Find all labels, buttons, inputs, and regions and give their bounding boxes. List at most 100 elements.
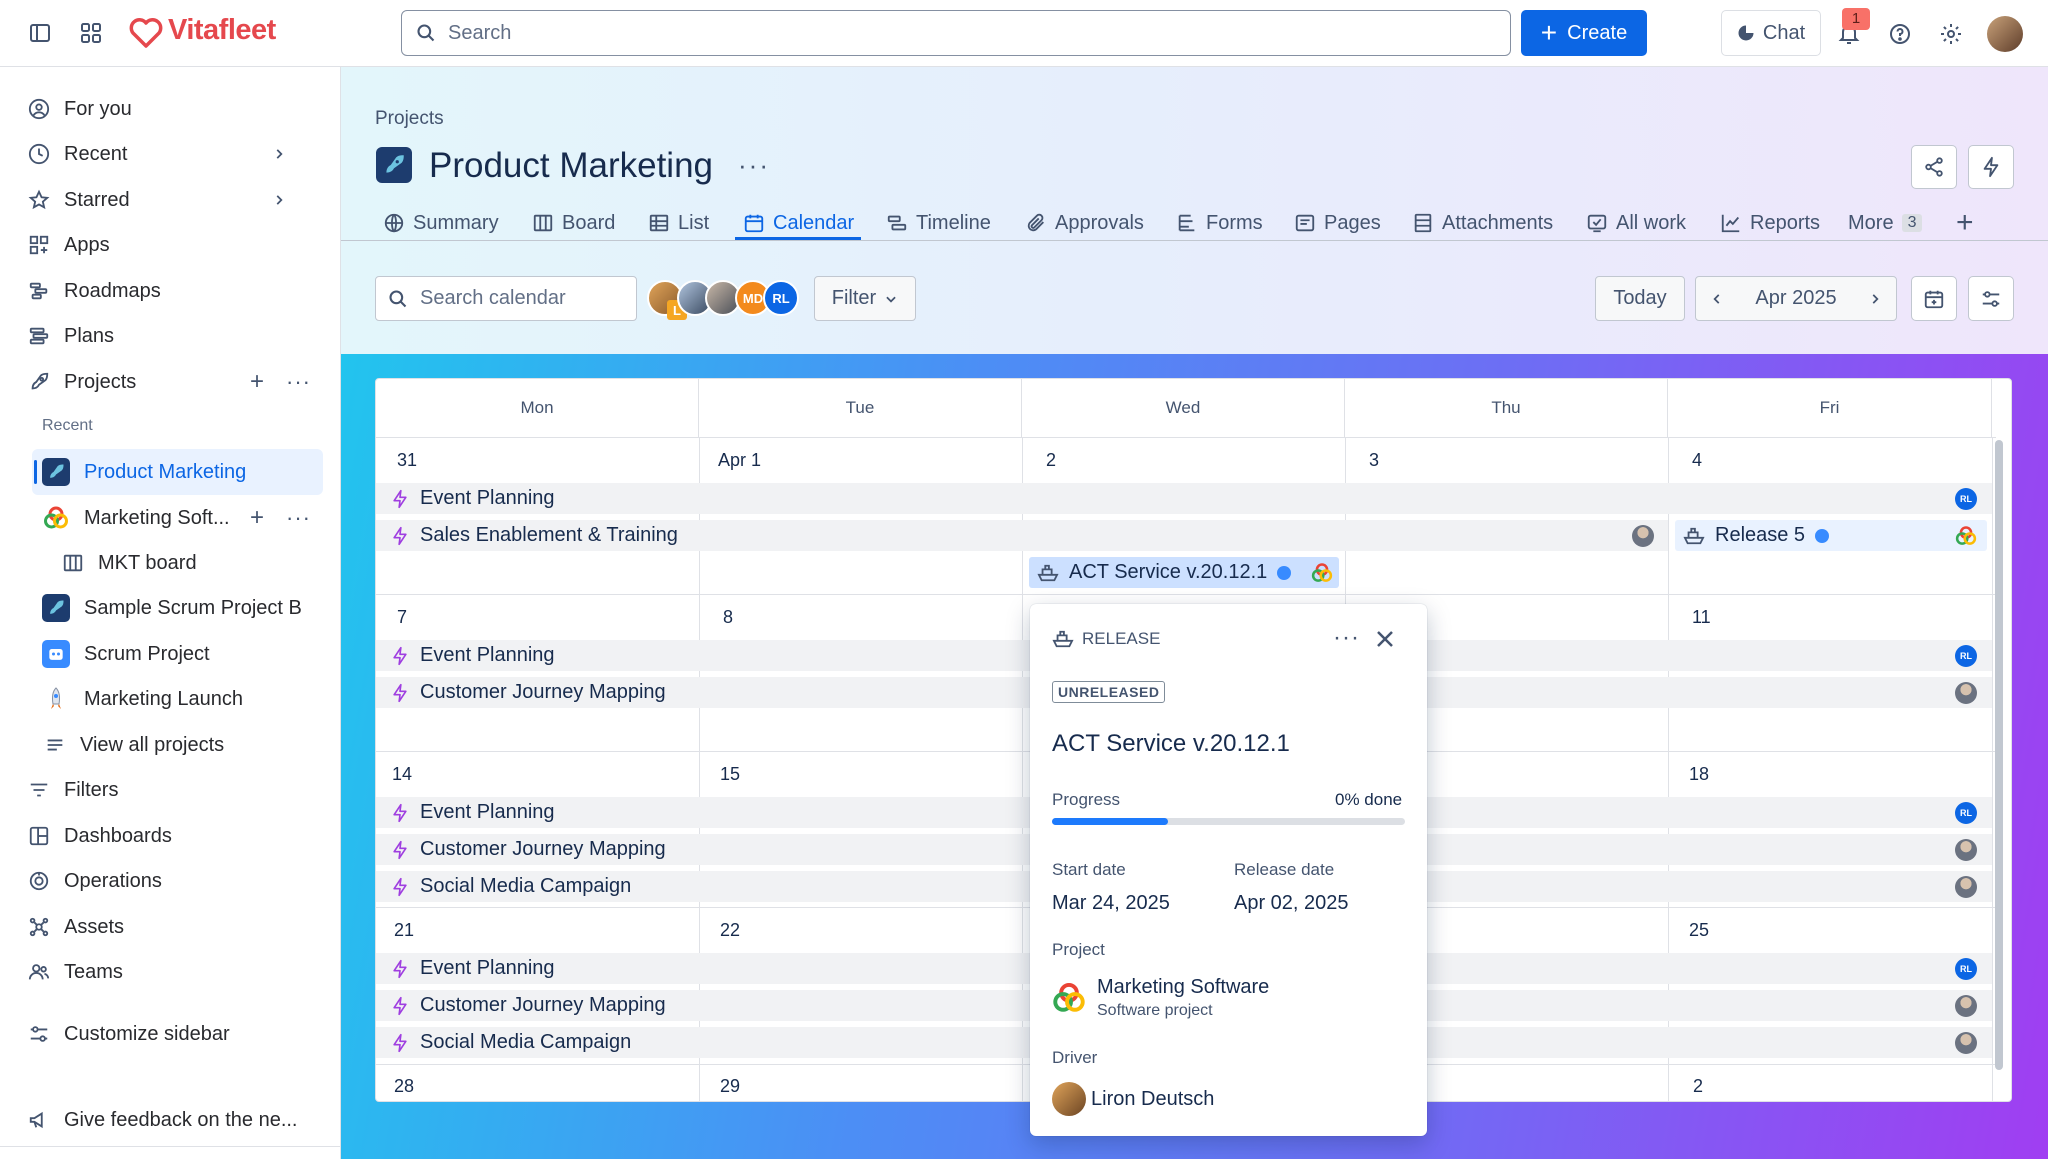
tab-list[interactable]: List <box>648 206 709 240</box>
project-scrum-project[interactable]: Scrum Project <box>42 636 210 672</box>
sidebar-item-plans[interactable]: Plans <box>28 318 114 354</box>
project-marketing-launch[interactable]: Marketing Launch <box>42 681 243 717</box>
tab-label: All work <box>1616 211 1687 234</box>
tab-board[interactable]: Board <box>532 206 615 240</box>
close-icon[interactable] <box>1373 627 1397 651</box>
filter-label: Filter <box>831 287 877 309</box>
filter-button[interactable]: Filter <box>814 276 916 321</box>
sidebar-item-teams[interactable]: Teams <box>28 954 123 990</box>
tab-pages[interactable]: Pages <box>1294 206 1381 240</box>
date-number[interactable]: 29 <box>720 1076 740 1097</box>
date-number[interactable]: 21 <box>394 920 414 941</box>
popup-more-icon[interactable]: ··· <box>1333 624 1360 652</box>
help-icon[interactable] <box>1880 14 1920 54</box>
popup-title[interactable]: ACT Service v.20.12.1 <box>1052 730 1290 758</box>
share-icon[interactable] <box>1911 145 1957 189</box>
date-number[interactable]: 7 <box>397 607 407 628</box>
date-number[interactable]: 25 <box>1689 920 1709 941</box>
create-button[interactable]: + Create <box>1521 10 1647 56</box>
project-product-marketing[interactable]: Product Marketing <box>42 454 246 490</box>
calendar-add-icon[interactable] <box>1911 276 1957 321</box>
date-number[interactable]: 11 <box>1692 607 1711 628</box>
date-number[interactable]: 28 <box>394 1076 414 1097</box>
app-switcher-icon[interactable] <box>71 13 111 53</box>
view-settings-icon[interactable] <box>1968 276 2014 321</box>
give-feedback-button[interactable]: Give feedback on the ne... <box>28 1102 298 1138</box>
date-number[interactable]: 18 <box>1689 764 1709 785</box>
date-number[interactable]: 2 <box>1693 1076 1703 1097</box>
sidebar-item-assets[interactable]: Assets <box>28 909 124 945</box>
calendar-scrollbar[interactable] <box>1995 440 2003 1070</box>
sidebar-item-starred[interactable]: Starred <box>28 182 318 218</box>
sidebar-item-recent[interactable]: Recent <box>28 136 318 172</box>
date-number[interactable]: 15 <box>720 764 740 785</box>
today-button[interactable]: Today <box>1595 276 1685 321</box>
add-tab-plus-icon[interactable]: + <box>1956 206 1974 240</box>
pages-icon <box>1294 212 1316 234</box>
attachments-icon <box>1412 212 1434 234</box>
tab-summary[interactable]: Summary <box>383 206 499 240</box>
sidebar-item-roadmaps[interactable]: Roadmaps <box>28 273 161 309</box>
date-number[interactable]: 14 <box>392 764 412 785</box>
tab-forms[interactable]: Forms <box>1176 206 1263 240</box>
add-board-plus-icon[interactable]: + <box>250 504 264 532</box>
status-lozenge: UNRELEASED <box>1052 681 1166 703</box>
date-number[interactable]: Apr 1 <box>718 450 761 471</box>
settings-gear-icon[interactable] <box>1931 14 1971 54</box>
user-avatar[interactable] <box>1987 16 2023 52</box>
date-number[interactable]: 31 <box>397 450 417 471</box>
automation-lightning-icon[interactable] <box>1968 145 2014 189</box>
date-number[interactable]: 2 <box>1046 450 1056 471</box>
project-marketing-software[interactable]: Marketing Soft... + ··· <box>42 500 322 536</box>
sidebar-item-projects[interactable]: Projects + ··· <box>28 364 318 400</box>
project-sample-scrum-b[interactable]: Sample Scrum Project B <box>42 590 302 626</box>
breadcrumb[interactable]: Projects <box>375 108 444 130</box>
sidebar-item-operations[interactable]: Operations <box>28 863 162 899</box>
date-number[interactable]: 8 <box>723 607 733 628</box>
tab-approvals[interactable]: Approvals <box>1025 206 1144 240</box>
tab-reports[interactable]: Reports <box>1720 206 1820 240</box>
app-name[interactable]: Vitafleet <box>168 14 276 47</box>
tab-calendar[interactable]: Calendar <box>743 206 854 240</box>
board-mkt-board[interactable]: MKT board <box>62 545 197 581</box>
project-more-icon[interactable]: ··· <box>286 505 311 531</box>
view-all-projects-link[interactable]: View all projects <box>44 727 224 763</box>
customize-sidebar-button[interactable]: Customize sidebar <box>28 1016 230 1052</box>
tab-timeline[interactable]: Timeline <box>886 206 991 240</box>
vitafleet-logo-icon[interactable] <box>128 15 164 51</box>
date-number[interactable]: 22 <box>720 920 740 941</box>
chevron-right-icon[interactable] <box>272 193 286 207</box>
search-input[interactable]: Search <box>401 10 1511 56</box>
tab-all-work[interactable]: All work <box>1586 206 1686 240</box>
rocket-project-icon <box>42 594 70 622</box>
chevron-left-icon[interactable] <box>1710 292 1724 306</box>
title-more-icon[interactable]: ··· <box>738 150 770 181</box>
event-bar[interactable]: Sales Enablement & Training <box>376 520 1668 551</box>
sidebar-item-filters[interactable]: Filters <box>28 772 118 808</box>
sidebar-item-apps[interactable]: Apps <box>28 227 110 263</box>
chat-icon <box>1737 24 1755 42</box>
customize-icon <box>28 1023 50 1045</box>
chevron-right-icon[interactable] <box>272 147 286 161</box>
sidebar-item-dashboards[interactable]: Dashboards <box>28 818 172 854</box>
sidebar-item-for-you[interactable]: For you <box>28 91 132 127</box>
date-number[interactable]: 3 <box>1369 450 1379 471</box>
date-number[interactable]: 4 <box>1692 450 1702 471</box>
calendar-search-input[interactable]: Search calendar <box>375 276 637 321</box>
release-bar-selected[interactable]: ACT Service v.20.12.1 <box>1029 557 1339 588</box>
recent-heading: Recent <box>42 417 93 434</box>
chat-button[interactable]: Chat <box>1721 10 1821 56</box>
chevron-right-icon[interactable] <box>1868 292 1882 306</box>
notification-count-badge: 1 <box>1842 8 1870 30</box>
avatar-filter[interactable]: RL <box>763 280 799 316</box>
tab-more[interactable]: More 3 <box>1848 206 1923 240</box>
driver-name[interactable]: Liron Deutsch <box>1091 1088 1214 1111</box>
tab-attachments[interactable]: Attachments <box>1412 206 1553 240</box>
add-project-plus-icon[interactable]: + <box>250 368 264 396</box>
sidebar-toggle-icon[interactable] <box>20 13 60 53</box>
release-bar[interactable]: Release 5 <box>1675 520 1987 551</box>
sidebar-label: Recent <box>64 142 128 165</box>
projects-more-icon[interactable]: ··· <box>286 369 311 395</box>
project-name-link[interactable]: Marketing Software <box>1097 976 1269 999</box>
event-bar[interactable]: Event Planning <box>376 483 1992 514</box>
